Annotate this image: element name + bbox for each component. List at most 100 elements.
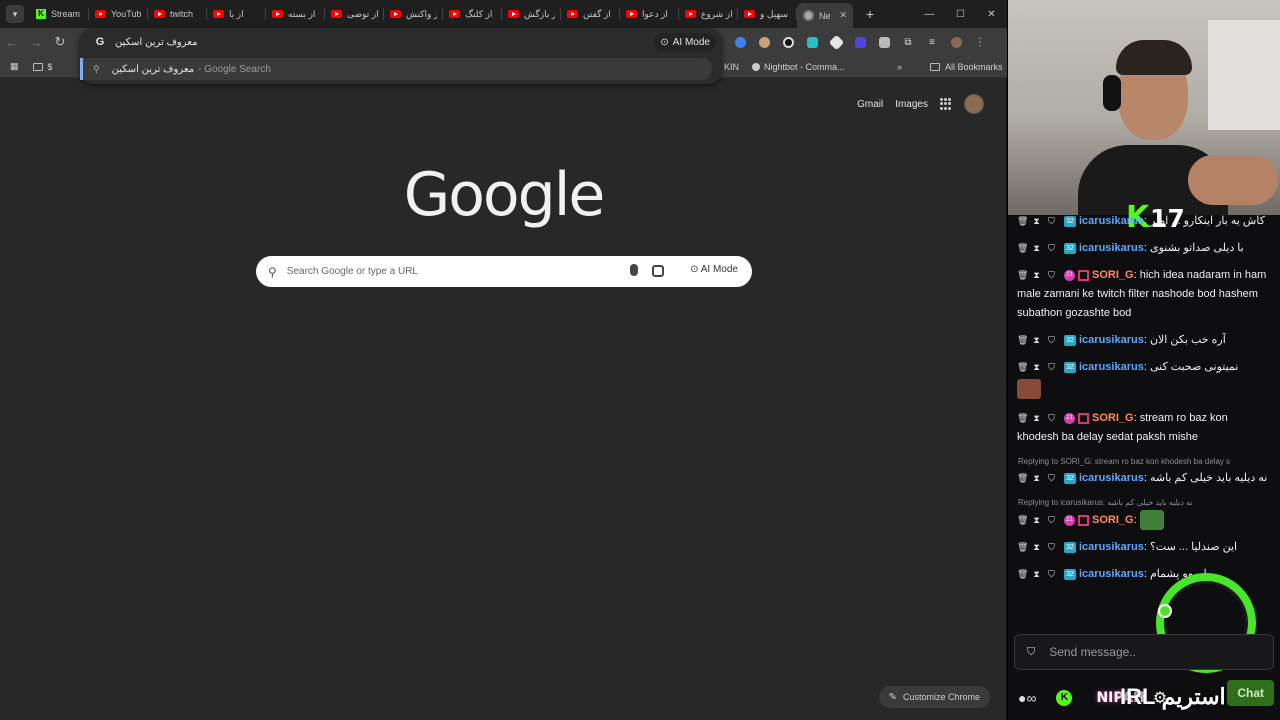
tab-13[interactable]: Ne ✕ xyxy=(797,3,853,28)
customize-chrome-button[interactable]: ✎ Customize Chrome xyxy=(878,686,990,708)
trash-icon[interactable]: 🗑 xyxy=(1017,413,1028,423)
chat-send-button[interactable]: Chat xyxy=(1227,680,1274,706)
menu-kebab-icon[interactable]: ⋮ xyxy=(968,30,992,54)
tab-5[interactable]: از توضی xyxy=(325,3,384,25)
mod-actions: 🗑 ⧗ ⛉ xyxy=(1017,542,1062,552)
timeout-icon[interactable]: ⧗ xyxy=(1032,243,1041,253)
bookmark-folder[interactable]: $ xyxy=(32,62,53,72)
address-input[interactable]: معروف ترین اسکین xyxy=(115,37,197,48)
tab-12[interactable]: سهیل و xyxy=(738,3,797,25)
extension-icon-1[interactable] xyxy=(728,30,752,54)
chat-username[interactable]: icarusikarus xyxy=(1079,242,1144,254)
chat-username[interactable]: icarusikarus xyxy=(1079,215,1144,227)
trash-icon[interactable]: 🗑 xyxy=(1017,473,1028,483)
shield-icon[interactable]: ⛉ xyxy=(1047,270,1056,280)
images-link[interactable]: Images xyxy=(895,99,928,110)
address-bar[interactable]: G معروف ترین اسکین ⊙ AI Mode xyxy=(79,28,722,56)
omnibox-suggestion[interactable]: ⚲ معروف ترین اسکین - Google Search xyxy=(80,58,712,80)
ntp-search-box[interactable]: ⚲ Search Google or type a URL ⊙ AI Mode xyxy=(256,256,752,287)
extension-icon-2[interactable] xyxy=(752,30,776,54)
timeout-icon[interactable]: ⧗ xyxy=(1032,413,1041,423)
chat-input[interactable]: ⛉ Send message.. xyxy=(1014,634,1274,670)
chat-username[interactable]: icarusikarus xyxy=(1079,541,1144,553)
tab-2[interactable]: twitch xyxy=(148,3,207,25)
shield-icon[interactable]: ⛉ xyxy=(1047,216,1056,226)
forward-button[interactable]: → xyxy=(24,30,48,54)
chat-gap xyxy=(1008,231,1280,239)
minimize-button[interactable]: — xyxy=(914,0,945,28)
extension-icon-3[interactable] xyxy=(776,30,800,54)
account-avatar[interactable] xyxy=(964,94,984,114)
trash-icon[interactable]: 🗑 xyxy=(1017,216,1028,226)
tab-6[interactable]: از واکنش xyxy=(384,3,443,25)
timeout-icon[interactable]: ⧗ xyxy=(1032,569,1041,579)
back-button[interactable]: ← xyxy=(0,30,24,54)
shield-icon[interactable]: ⛉ xyxy=(1047,542,1056,552)
timeout-icon[interactable]: ⧗ xyxy=(1032,473,1041,483)
tab-11[interactable]: از شروع xyxy=(679,3,738,25)
chat-username[interactable]: icarusikarus xyxy=(1079,568,1144,580)
all-bookmarks-button[interactable]: All Bookmarks xyxy=(930,62,1003,72)
timeout-icon[interactable]: ⧗ xyxy=(1032,515,1041,525)
apps-grid-icon[interactable]: ▦ xyxy=(10,61,19,72)
trash-icon[interactable]: 🗑 xyxy=(1017,270,1028,280)
tab-3[interactable]: از با xyxy=(207,3,266,25)
media-control-icon[interactable]: ≡ xyxy=(920,30,944,54)
tab-search-button[interactable]: ▾ xyxy=(6,5,24,23)
chat-username[interactable]: icarusikarus xyxy=(1079,361,1144,373)
folder-icon xyxy=(32,62,43,71)
tab-8[interactable]: از بازگش xyxy=(502,3,561,25)
shield-icon[interactable]: ⛉ xyxy=(1047,362,1056,372)
kick-icon[interactable]: K xyxy=(1056,690,1073,706)
shield-icon[interactable]: ⛉ xyxy=(1047,335,1056,345)
trash-icon[interactable]: 🗑 xyxy=(1017,542,1028,552)
tab-10[interactable]: از دعوا xyxy=(620,3,679,25)
timeout-icon[interactable]: ⧗ xyxy=(1032,216,1041,226)
trash-icon[interactable]: 🗑 xyxy=(1017,335,1028,345)
chat-username[interactable]: SORI_G xyxy=(1092,514,1134,526)
maximize-button[interactable]: ☐ xyxy=(945,0,976,28)
chat-username[interactable]: icarusikarus xyxy=(1079,334,1144,346)
close-window-button[interactable]: ✕ xyxy=(976,0,1007,28)
timeout-icon[interactable]: ⧗ xyxy=(1032,542,1041,552)
tab-0[interactable]: K Stream xyxy=(30,3,89,25)
shield-icon[interactable]: ⛉ xyxy=(1047,473,1056,483)
extension-icon-4[interactable] xyxy=(800,30,824,54)
extensions-puzzle-icon[interactable]: ⧉ xyxy=(896,30,920,54)
shield-icon[interactable]: ⛉ xyxy=(1047,569,1056,579)
gmail-link[interactable]: Gmail xyxy=(857,99,883,110)
profile-avatar-icon[interactable] xyxy=(944,30,968,54)
trash-icon[interactable]: 🗑 xyxy=(1017,243,1028,253)
timeout-icon[interactable]: ⧗ xyxy=(1032,270,1041,280)
ntp-ai-mode-button[interactable]: ⊙ AI Mode xyxy=(690,264,738,275)
lens-camera-icon[interactable] xyxy=(652,265,664,277)
extension-icon-5[interactable] xyxy=(824,30,848,54)
shield-icon[interactable]: ⛉ xyxy=(1047,243,1056,253)
trash-icon[interactable]: 🗑 xyxy=(1017,515,1028,525)
chat-username[interactable]: icarusikarus xyxy=(1079,472,1144,484)
tab-7[interactable]: از کلنگ xyxy=(443,3,502,25)
reload-button[interactable]: ↻ xyxy=(48,30,72,54)
new-tab-button[interactable]: + xyxy=(861,5,879,23)
shield-icon[interactable]: ⛉ xyxy=(1047,413,1056,423)
extension-icon-7[interactable] xyxy=(872,30,896,54)
trash-icon[interactable]: 🗑 xyxy=(1017,362,1028,372)
extension-icon-6[interactable] xyxy=(848,30,872,54)
timeout-icon[interactable]: ⧗ xyxy=(1032,335,1041,345)
bookmark-item[interactable]: KIN xyxy=(724,62,739,72)
tab-9[interactable]: از گفتن xyxy=(561,3,620,25)
chat-username[interactable]: SORI_G xyxy=(1092,412,1134,424)
chat-username[interactable]: SORI_G xyxy=(1092,269,1134,281)
tab-close-icon[interactable]: ✕ xyxy=(839,10,847,21)
google-apps-icon[interactable] xyxy=(940,98,952,110)
microphone-icon[interactable] xyxy=(630,264,638,276)
tab-1[interactable]: YouTub xyxy=(89,3,148,25)
infinity-icon[interactable]: ●∞ xyxy=(1018,690,1036,706)
trash-icon[interactable]: 🗑 xyxy=(1017,569,1028,579)
timeout-icon[interactable]: ⧗ xyxy=(1032,362,1041,372)
tab-4[interactable]: از بسته xyxy=(266,3,325,25)
omnibox-ai-mode-button[interactable]: ⊙ AI Mode xyxy=(654,33,716,51)
bookmarks-overflow-button[interactable]: » xyxy=(897,62,902,72)
shield-icon[interactable]: ⛉ xyxy=(1047,515,1056,525)
bookmark-nightbot[interactable]: Nightbot - Comma... xyxy=(752,62,845,72)
